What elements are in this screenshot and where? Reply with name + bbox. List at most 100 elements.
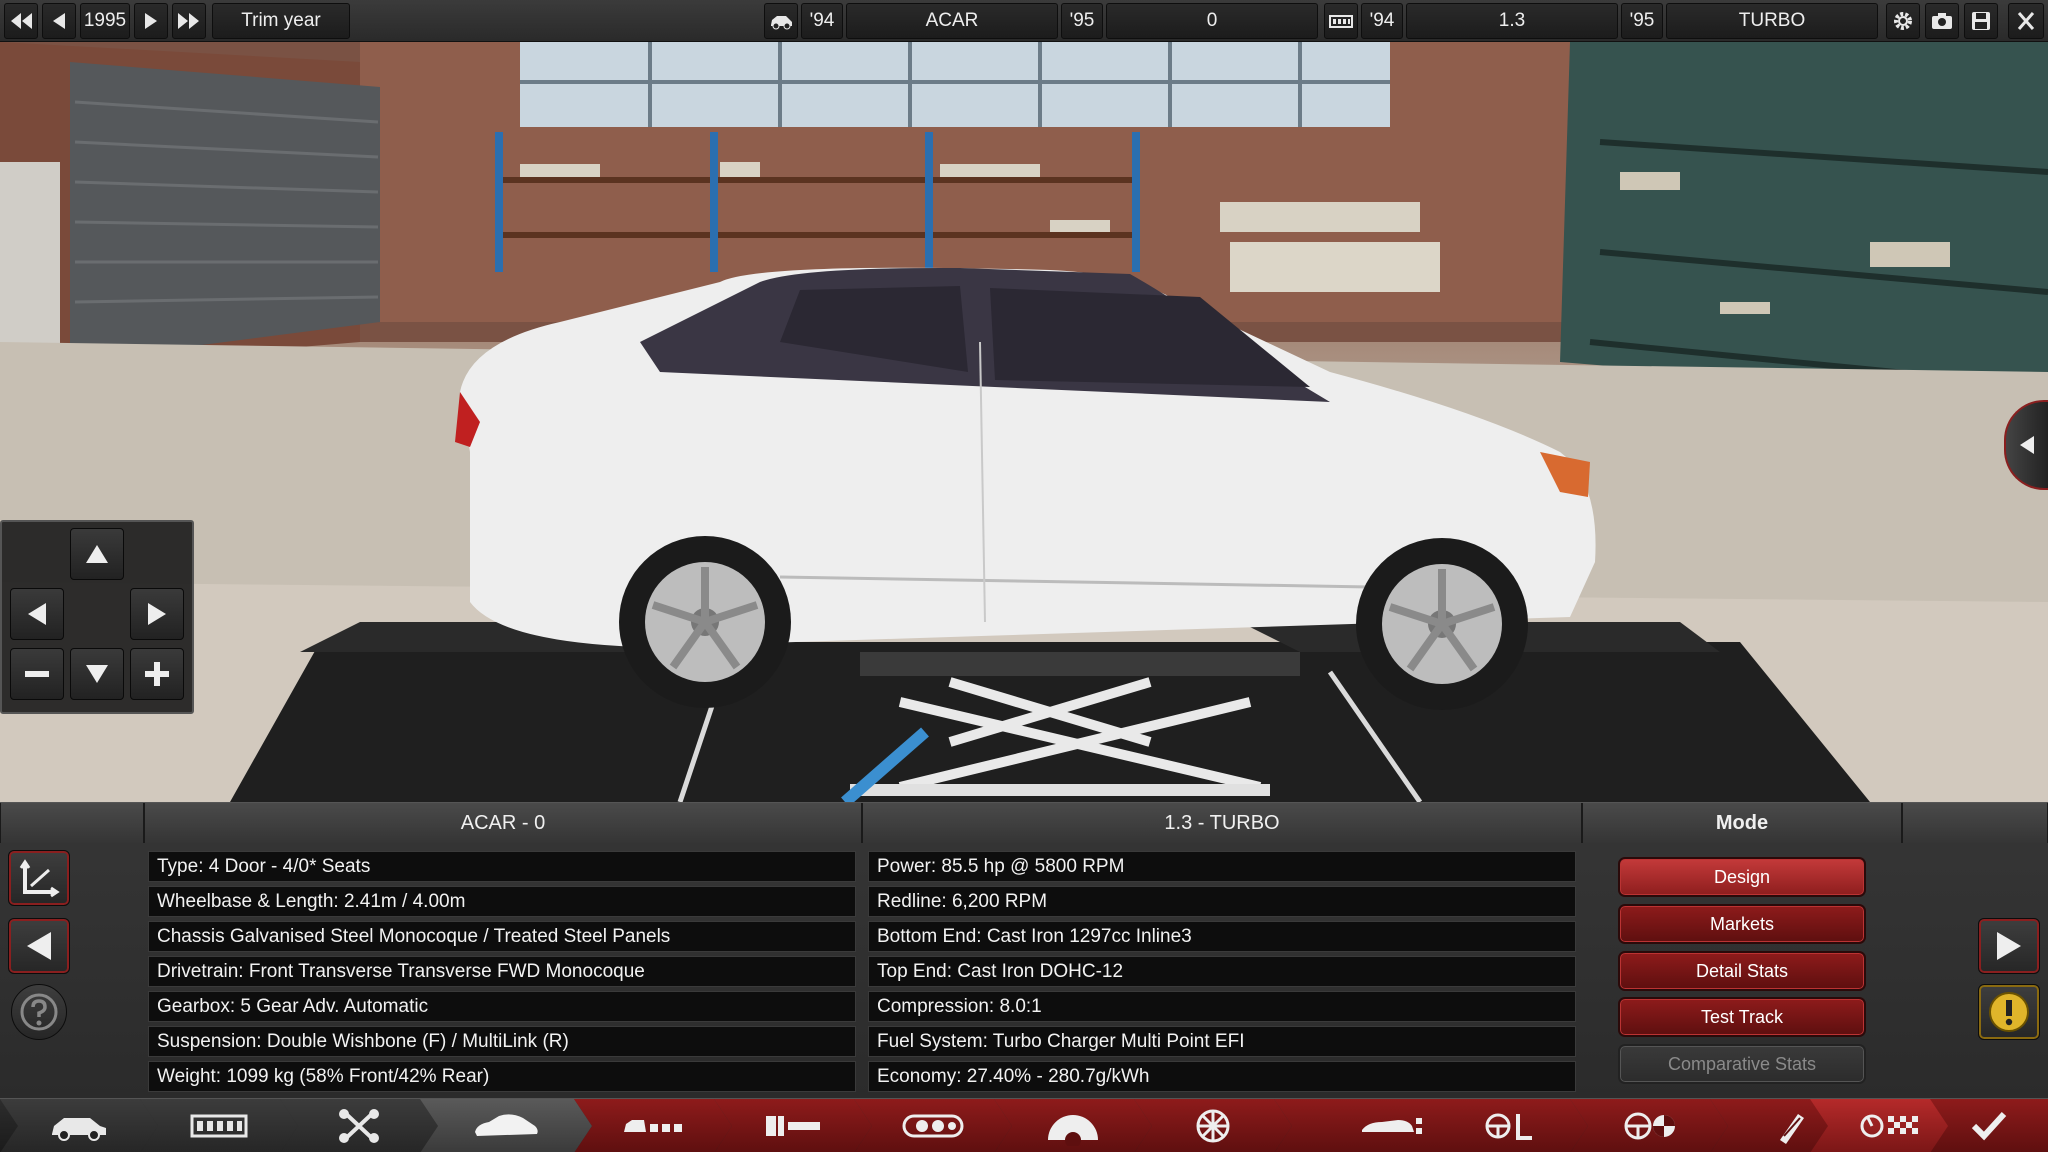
mode-design-button[interactable]: Design [1618, 857, 1866, 897]
tab-model[interactable] [0, 1099, 158, 1152]
settings-button[interactable] [1886, 3, 1920, 39]
arrow-right-icon [1997, 932, 2021, 960]
drivetrain-icon [1474, 1106, 1544, 1146]
arrow-left-icon [53, 13, 65, 29]
fast-forward-icon [178, 13, 199, 29]
warnings-button[interactable] [1978, 984, 2040, 1040]
car-stat-type: Type: 4 Door - 4/0* Seats [148, 851, 856, 882]
gear-icon [1894, 12, 1912, 30]
arrow-right-icon [145, 13, 157, 29]
interior-icon [758, 1106, 828, 1146]
question-mark-icon [20, 993, 58, 1031]
engine-variant-year: '95 [1621, 3, 1663, 39]
engine-stat-compression: Compression: 8.0:1 [868, 991, 1576, 1022]
minus-icon [25, 671, 49, 677]
car-icon [771, 16, 792, 30]
back-button[interactable] [8, 918, 70, 974]
top-bar: 1995 Trim year '94 ACAR '95 0 '94 1.3 '9… [0, 0, 2048, 42]
tab-suspension[interactable] [280, 1099, 438, 1152]
close-icon [2017, 12, 2035, 30]
previous-year-button[interactable] [42, 3, 76, 39]
arrow-left-icon [28, 603, 46, 625]
car-header: ACAR - 0 [144, 803, 862, 843]
arrow-right-icon [148, 603, 166, 625]
tab-engine[interactable] [854, 1099, 1012, 1152]
aero-icon [1358, 1106, 1428, 1146]
tab-finish[interactable] [1930, 1099, 2048, 1152]
floppy-disk-icon [1972, 12, 1990, 30]
suspension-icon [324, 1106, 394, 1146]
mode-markets-button[interactable]: Markets [1618, 904, 1866, 944]
close-button[interactable] [2008, 3, 2044, 39]
tab-chassis[interactable] [140, 1099, 298, 1152]
chevron-left-icon [2020, 436, 2034, 454]
last-year-button[interactable] [172, 3, 206, 39]
mode-comparative-stats-button[interactable]: Comparative Stats [1618, 1044, 1866, 1084]
reset-camera-button[interactable] [8, 850, 70, 906]
arrow-down-icon [86, 665, 108, 683]
car-stat-suspension: Suspension: Double Wishbone (F) / MultiL… [148, 1026, 856, 1057]
tab-wheels[interactable] [1134, 1099, 1292, 1152]
camera-icon [1932, 13, 1952, 29]
warning-icon [1989, 992, 2029, 1032]
year-display: 1995 [80, 3, 130, 39]
camera-up-button[interactable] [70, 528, 124, 580]
engine-stat-economy: Economy: 27.40% - 280.7g/kWh [868, 1061, 1576, 1092]
engine-stat-top-end: Top End: Cast Iron DOHC-12 [868, 956, 1576, 987]
engine-select-button[interactable] [1324, 3, 1358, 39]
engine-icon [898, 1106, 968, 1146]
camera-down-button[interactable] [70, 648, 124, 700]
trim-name[interactable]: 0 [1106, 3, 1318, 39]
help-button[interactable] [11, 984, 67, 1040]
mode-header: Mode [1582, 803, 1902, 843]
next-year-button[interactable] [134, 3, 168, 39]
testing-icon [1854, 1106, 1924, 1146]
engine-stat-power: Power: 85.5 hp @ 5800 RPM [868, 851, 1576, 882]
mode-test-track-button[interactable]: Test Track [1618, 997, 1866, 1037]
tab-body[interactable] [420, 1099, 592, 1152]
trim-year-button[interactable]: Trim year [212, 3, 350, 39]
tab-fixtures[interactable] [574, 1099, 732, 1152]
first-year-button[interactable] [4, 3, 38, 39]
zoom-in-button[interactable] [130, 648, 184, 700]
engine-family-year: '94 [1361, 3, 1403, 39]
chassis-icon [184, 1106, 254, 1146]
gearbox-icon [1038, 1106, 1108, 1146]
car-model-icon [44, 1106, 114, 1146]
arrow-left-icon [27, 932, 51, 960]
fixtures-icon [618, 1106, 688, 1146]
screenshot-button[interactable] [1925, 3, 1959, 39]
rewind-icon [11, 13, 32, 29]
trim-year: '95 [1061, 3, 1103, 39]
model-name[interactable]: ACAR [846, 3, 1058, 39]
dimension-icon [19, 859, 60, 898]
mode-detail-stats-button[interactable]: Detail Stats [1618, 951, 1866, 991]
camera-control-pad [0, 520, 194, 714]
car-stat-weight: Weight: 1099 kg (58% Front/42% Rear) [148, 1061, 856, 1092]
engine-family-name[interactable]: 1.3 [1406, 3, 1618, 39]
engine-block-icon [1329, 15, 1353, 28]
tuning-icon [1754, 1106, 1824, 1146]
car-stat-chassis: Chassis Galvanised Steel Monocoque / Tre… [148, 921, 856, 952]
design-tab-strip [0, 1098, 2048, 1152]
body-icon [471, 1106, 541, 1146]
car-stat-wheelbase: Wheelbase & Length: 2.41m / 4.00m [148, 886, 856, 917]
zoom-out-button[interactable] [10, 648, 64, 700]
save-button[interactable] [1964, 3, 1998, 39]
garage-scene [0, 42, 2048, 802]
tab-gearbox[interactable] [994, 1099, 1152, 1152]
model-select-button[interactable] [764, 3, 798, 39]
garage-viewport[interactable] [0, 42, 2048, 802]
wheels-icon [1178, 1106, 1248, 1146]
tab-drivetrain[interactable] [1430, 1099, 1588, 1152]
tab-safety[interactable] [1570, 1099, 1728, 1152]
plus-icon [145, 662, 169, 686]
camera-right-button[interactable] [130, 588, 184, 640]
info-panel: ACAR - 0 1.3 - TURBO Mode Type: 4 Door -… [0, 802, 2048, 1098]
arrow-up-icon [86, 545, 108, 563]
tab-interior[interactable] [714, 1099, 872, 1152]
engine-variant-name[interactable]: TURBO [1666, 3, 1878, 39]
camera-left-button[interactable] [10, 588, 64, 640]
next-button[interactable] [1978, 918, 2040, 974]
model-year: '94 [801, 3, 843, 39]
